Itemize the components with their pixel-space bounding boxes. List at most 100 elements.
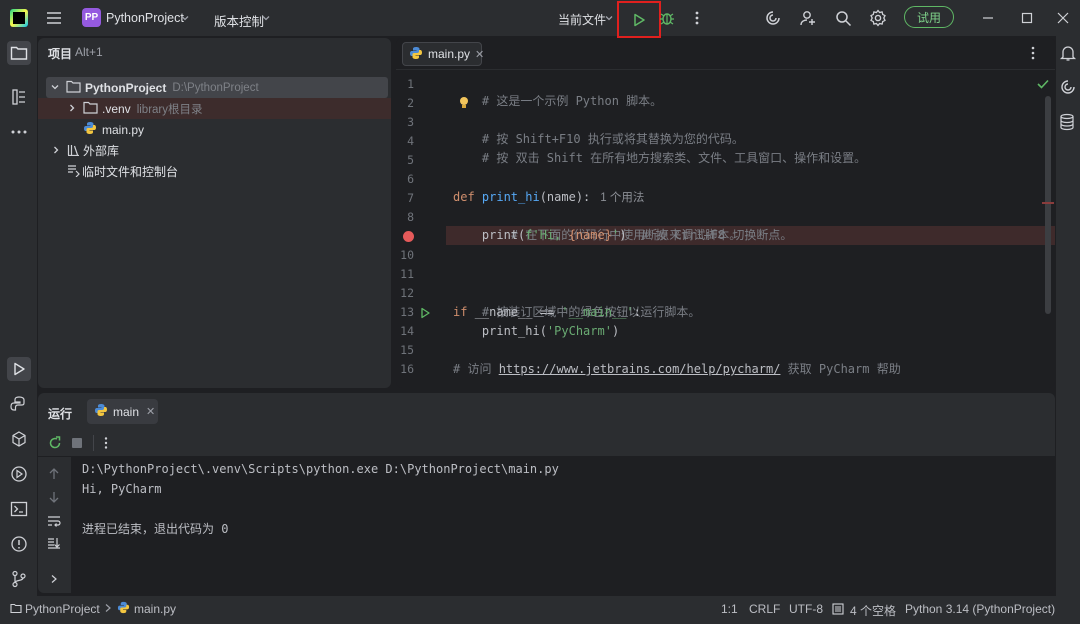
more-actions-icon[interactable] (1031, 46, 1045, 62)
editor-scrollbar[interactable] (1045, 96, 1051, 314)
close-tab-icon[interactable]: ✕ (146, 405, 155, 418)
stop-icon[interactable] (72, 438, 82, 448)
code-line-16[interactable]: # 访问 https://www.jetbrains.com/help/pych… (453, 360, 901, 379)
code-line-12[interactable]: # 按装订区域中的绿色按钮以运行脚本。 (453, 284, 700, 319)
folder-icon (10, 603, 22, 617)
tree-item-external-libraries[interactable]: 外部库 (38, 140, 119, 161)
project-name[interactable]: PythonProject (106, 11, 184, 25)
chevron-down-icon[interactable] (180, 12, 190, 26)
line-number: 15 (400, 343, 414, 357)
chevron-right-icon[interactable] (51, 144, 61, 158)
search-icon[interactable] (833, 8, 853, 28)
tree-item-venv[interactable]: .venv library根目录 (38, 98, 391, 119)
chevron-right-icon[interactable] (50, 573, 58, 587)
chevron-down-icon[interactable] (604, 12, 614, 26)
ai-chat-icon[interactable] (1059, 78, 1077, 99)
code-comment: # 按 Ctrl+F8 切换断点。 (640, 228, 793, 242)
run-button[interactable] (617, 1, 661, 38)
tree-item-sub: library根目录 (136, 103, 203, 116)
editor-tab-main-py[interactable]: main.py ✕ (402, 42, 484, 66)
code-line-8[interactable]: # 在下面的代码行中使用断点来调试脚本。 (453, 207, 741, 242)
chevron-down-icon[interactable] (261, 12, 271, 26)
console-output-line: 进程已结束，退出代码为 0 (82, 522, 229, 536)
main-menu-icon[interactable] (44, 8, 64, 28)
problems-icon[interactable] (7, 532, 31, 556)
line-number: 13 (400, 305, 414, 319)
vcs-menu[interactable]: 版本控制 (214, 11, 264, 30)
run-tab-main[interactable]: main ✕ (87, 399, 158, 424)
file-encoding[interactable]: UTF-8 (789, 602, 823, 616)
trial-button[interactable]: 试用 (904, 6, 954, 28)
breakpoint-icon[interactable] (403, 231, 414, 242)
close-icon[interactable] (1053, 8, 1073, 28)
run-panel-title[interactable]: 运行 (48, 405, 72, 422)
code-line-7[interactable]: def print_hi(name): 1 个用法 (453, 188, 644, 207)
python-file-icon (117, 601, 130, 617)
tree-item-label: 外部库 (83, 144, 120, 158)
line-number: 10 (400, 248, 414, 262)
usage-hint[interactable]: 1 个用法 (600, 192, 644, 204)
add-user-icon[interactable] (798, 8, 818, 28)
gear-icon[interactable] (868, 8, 888, 28)
rerun-icon[interactable] (48, 436, 62, 453)
code-line-3[interactable]: # 按 Shift+F10 执行或将其替换为您的代码。 (453, 111, 744, 146)
folder-icon (83, 101, 98, 117)
project-tool-icon[interactable] (7, 41, 31, 65)
tree-item-label: .venv (102, 101, 131, 116)
more-tools-icon[interactable] (7, 120, 31, 144)
minimize-icon[interactable] (978, 8, 998, 28)
project-panel-title[interactable]: 项目 (48, 45, 72, 62)
left-tool-strip (0, 36, 37, 596)
project-badge[interactable]: PP (82, 8, 101, 27)
terminal-icon[interactable] (7, 497, 31, 521)
project-panel: 项目 Alt+1 PythonProject D:\PythonProject … (38, 38, 391, 388)
toolbar-divider (93, 435, 94, 451)
chevron-right-icon[interactable] (67, 102, 77, 116)
line-separator[interactable]: CRLF (749, 602, 780, 616)
tree-item-main-py[interactable]: main.py (38, 119, 144, 140)
line-number: 8 (407, 210, 414, 224)
services-icon[interactable] (7, 462, 31, 486)
indent-setting[interactable]: 4 个空格 (850, 602, 896, 619)
structure-tool-icon[interactable] (7, 85, 31, 109)
python-console-icon[interactable] (7, 392, 31, 416)
chevron-down-icon[interactable] (50, 81, 60, 95)
more-actions-icon[interactable] (689, 8, 705, 28)
breadcrumb-file[interactable]: main.py (134, 602, 176, 616)
code-line-14[interactable]: print_hi('PyCharm') (453, 322, 619, 341)
code-line-9[interactable]: print(f'Hi, {name}') # 按 Ctrl+F8 切换断点。 (453, 226, 792, 245)
scroll-to-end-icon[interactable] (47, 537, 61, 552)
cursor-position[interactable]: 1:1 (721, 602, 738, 616)
line-number: 3 (407, 115, 414, 129)
more-actions-icon[interactable] (104, 437, 108, 452)
check-icon[interactable] (1037, 78, 1049, 92)
soft-wrap-icon[interactable] (47, 515, 61, 530)
run-panel-header: 运行 main ✕ (38, 393, 1055, 429)
breadcrumb-project[interactable]: PythonProject (25, 602, 100, 616)
run-tool-icon[interactable] (7, 357, 31, 381)
close-tab-icon[interactable]: ✕ (475, 48, 484, 61)
tree-item-scratches[interactable]: 临时文件和控制台 (38, 161, 178, 182)
code-line-1[interactable]: # 这是一个示例 Python 脚本。 (453, 73, 662, 108)
pycharm-logo-icon[interactable] (10, 9, 28, 27)
python-interpreter[interactable]: Python 3.14 (PythonProject) (905, 602, 1055, 616)
python-packages-icon[interactable] (7, 427, 31, 451)
run-panel: 运行 main ✕ D:\PythonProject\.venv\Scripts… (38, 393, 1055, 593)
git-icon[interactable] (7, 567, 31, 591)
code-string: f'Hi, (525, 228, 569, 242)
notifications-icon[interactable] (1059, 44, 1077, 65)
code-line-4[interactable]: # 按 双击 Shift 在所有地方搜索类、文件、工具窗口、操作和设置。 (453, 130, 866, 165)
arrow-down-icon[interactable] (49, 491, 59, 506)
tree-item-pythonproject[interactable]: PythonProject D:\PythonProject (46, 77, 388, 98)
code-link[interactable]: https://www.jetbrains.com/help/pycharm/ (499, 362, 781, 376)
maximize-icon[interactable] (1017, 8, 1037, 28)
run-gutter-icon[interactable] (420, 307, 431, 322)
console-output-line: D:\PythonProject\.venv\Scripts\python.ex… (82, 462, 559, 476)
code-line-13[interactable]: if __name__ == '__main__': (453, 303, 641, 322)
ai-assistant-icon[interactable] (763, 8, 783, 28)
arrow-up-icon[interactable] (49, 468, 59, 483)
debug-button[interactable] (657, 8, 677, 28)
run-config-selector[interactable]: 当前文件 (558, 11, 606, 28)
code-function-name: print_hi (481, 190, 540, 204)
database-icon[interactable] (1059, 113, 1075, 134)
